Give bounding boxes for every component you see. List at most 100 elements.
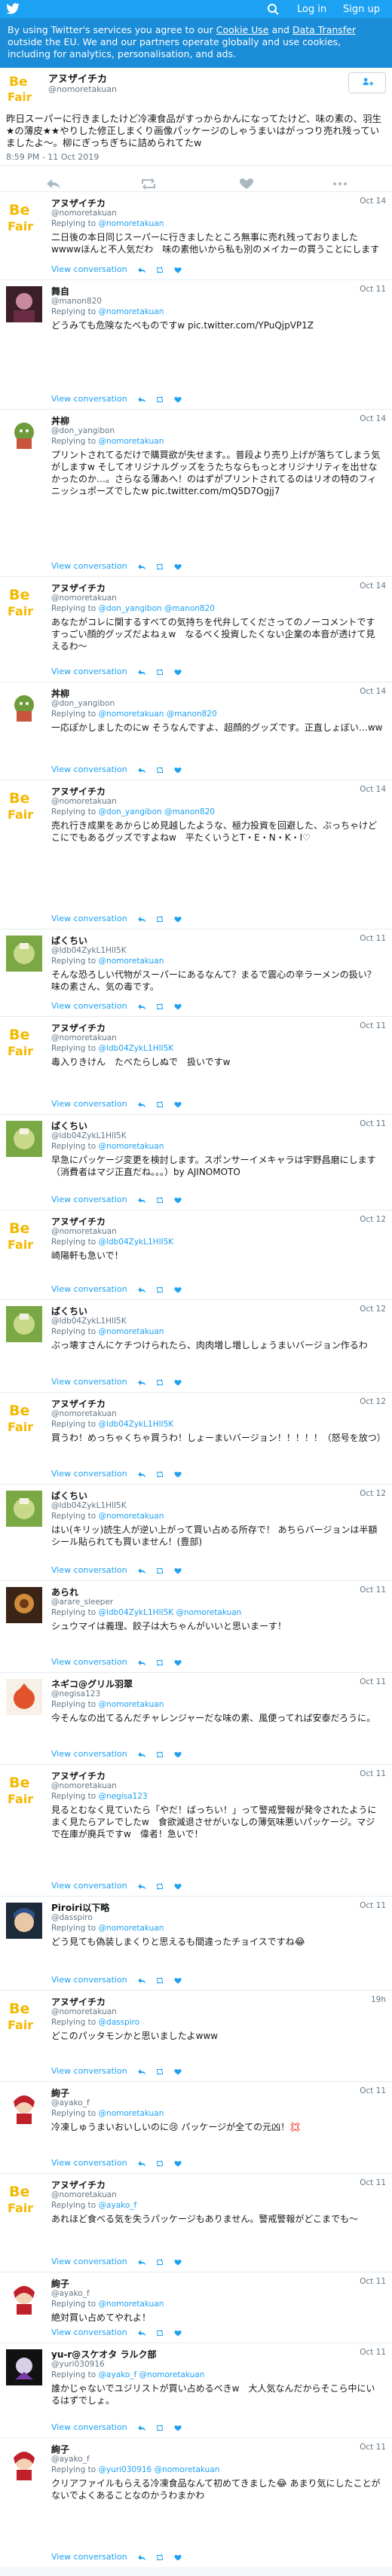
like-icon[interactable] [174,2160,182,2167]
mention-link[interactable]: @ayako_f [99,2201,137,2210]
reply-icon[interactable] [137,563,145,570]
like-icon[interactable] [174,1379,182,1386]
like-icon[interactable] [174,767,182,774]
avatar[interactable]: BeFair [6,583,42,619]
author-handle[interactable]: @nomoretakuan [51,1227,117,1236]
reply-tweet[interactable]: Be Fair アヌザイチカ @nomoretakuan 19h Replying to … [0,1990,392,2081]
author-handle[interactable]: @nomoretakuan [51,2007,117,2016]
retweet-icon[interactable] [156,1196,164,1204]
like-icon[interactable] [174,1197,182,1204]
tweet-date[interactable]: 19h [371,1995,386,2004]
retweet-icon[interactable] [156,266,164,273]
mention-link[interactable]: @nomoretakuan [99,307,164,316]
tweet-date[interactable]: Oct 14 [360,785,386,794]
retweet-icon[interactable] [156,668,164,676]
twitter-bird-icon[interactable] [5,3,21,15]
like-icon[interactable] [174,1101,182,1108]
reply-icon[interactable] [137,2068,145,2075]
reply-icon[interactable] [137,1883,145,1890]
avatar[interactable] [6,2444,42,2480]
reply-icon[interactable] [137,2330,145,2336]
view-conversation-link[interactable]: View conversation [51,2327,127,2337]
retweet-icon[interactable] [156,563,164,570]
like-icon[interactable] [174,267,182,273]
tweet-date[interactable]: Oct 11 [360,1769,386,1778]
avatar[interactable] [6,2349,42,2385]
retweet-icon[interactable] [156,1659,164,1666]
view-conversation-link[interactable]: View conversation [51,2257,127,2266]
mention-link[interactable]: @ayako_f @nomoretakuan [99,2370,205,2379]
view-conversation-link[interactable]: View conversation [51,1469,127,1479]
author-handle[interactable]: @nomoretakuan [51,1781,117,1790]
tweet-date[interactable]: Oct 14 [360,414,386,423]
reply-icon[interactable] [137,267,145,273]
view-conversation-link[interactable]: View conversation [51,1565,127,1575]
author-name[interactable]: ばくちい [51,934,87,947]
tweet-date[interactable]: Oct 11 [360,2178,386,2187]
reply-tweet[interactable]: Be Fair アヌザイチカ @nomoretakuan Oct 11 Replying … [0,1764,392,1896]
like-icon[interactable] [174,916,182,923]
mention-link[interactable]: @nomoretakuan [99,437,164,446]
reply-icon[interactable] [137,1101,145,1108]
mention-link[interactable]: @nomoretakuan [99,1924,164,1933]
reply-tweet[interactable]: ばくちい @ldb04ZykL1HlI5K Oct 12 Replying to @n… [0,1299,392,1392]
like-icon[interactable] [174,2330,182,2336]
retweet-icon[interactable] [156,915,164,923]
author-name[interactable]: ばくちい [51,1119,87,1132]
reply-icon[interactable] [137,1379,145,1386]
reply-tweet[interactable]: Be Fair アヌザイチカ @nomoretakuan Oct 14 Replying … [0,191,392,279]
reply-tweet[interactable]: ばくちい @ldb04ZykL1HlI5K Oct 11 Replying to @n… [0,929,392,1016]
view-conversation-link[interactable]: View conversation [51,1975,127,1985]
tweet-date[interactable]: Oct 11 [360,1119,386,1128]
tweet-date[interactable]: Oct 11 [360,2443,386,2452]
like-icon[interactable] [174,1003,182,1010]
like-icon[interactable] [174,1977,182,1984]
view-conversation-link[interactable]: View conversation [51,1657,127,1667]
like-icon[interactable] [174,1883,182,1890]
retweet-icon[interactable] [156,1003,164,1010]
tweet-date[interactable]: Oct 12 [360,1305,386,1314]
retweet-icon[interactable] [156,1286,164,1293]
view-conversation-link[interactable]: View conversation [51,394,127,404]
mention-link[interactable]: @nomoretakuan [99,1512,164,1521]
mention-link[interactable]: @dasspiro [99,2018,140,2027]
cookie-use-link[interactable]: Cookie Use [216,24,269,35]
author-name[interactable]: アヌザイチカ [48,71,107,85]
tweet-date[interactable]: Oct 14 [360,197,386,206]
view-conversation-link[interactable]: View conversation [51,1749,127,1759]
more-icon[interactable] [332,178,348,190]
mention-link[interactable]: @nomoretakuan [99,957,164,966]
author-name[interactable]: 丼柳 [51,414,69,427]
view-conversation-link[interactable]: View conversation [51,561,127,571]
reply-icon[interactable] [137,2425,145,2431]
author-name[interactable]: アヌザイチカ [51,1215,106,1228]
author-handle[interactable]: @nomoretakuan [51,209,117,218]
avatar[interactable]: BeFair [6,2180,42,2216]
reply-icon[interactable] [137,916,145,923]
mention-link[interactable]: @ldb04ZykL1HlI5K [99,1420,174,1429]
reply-icon[interactable] [137,1659,145,1666]
view-conversation-link[interactable]: View conversation [51,1881,127,1891]
reply-icon[interactable] [137,767,145,774]
retweet-icon[interactable] [156,1567,164,1574]
tweet-date[interactable]: Oct 11 [360,1677,386,1686]
avatar[interactable]: BeFair [6,1997,42,2033]
reply-tweet[interactable]: あられ @arare_sleeper Oct 11 Replying to @ldb0… [0,1580,392,1672]
author-handle[interactable]: @yuri030916 [51,2360,105,2369]
retweet-icon[interactable] [140,178,157,190]
author-handle[interactable]: @dasspiro [51,1913,93,1922]
mention-link[interactable]: @nomoretakuan [99,1700,164,1709]
author-name[interactable]: アヌザイチカ [51,1995,106,2008]
reply-icon[interactable] [137,396,145,403]
login-link[interactable]: Log in [297,4,326,15]
avatar[interactable] [6,2278,42,2315]
tweet-date[interactable]: Oct 11 [360,1901,386,1910]
retweet-icon[interactable] [156,1976,164,1984]
reply-tweet[interactable]: 丼柳 @don_yangibon Oct 14 Replying to @nomore… [0,409,392,576]
retweet-icon[interactable] [156,1882,164,1890]
avatar[interactable]: BeFair [6,198,42,234]
reply-tweet[interactable]: Be Fair アヌザイチカ @nomoretakuan Oct 14 Replying … [0,576,392,682]
author-name[interactable]: アヌザイチカ [51,197,106,209]
reply-tweet[interactable]: ばくちい @ldb04ZykL1HlI5K Oct 12 Replying to @n… [0,1484,392,1580]
avatar[interactable]: BeFair [6,1216,42,1253]
